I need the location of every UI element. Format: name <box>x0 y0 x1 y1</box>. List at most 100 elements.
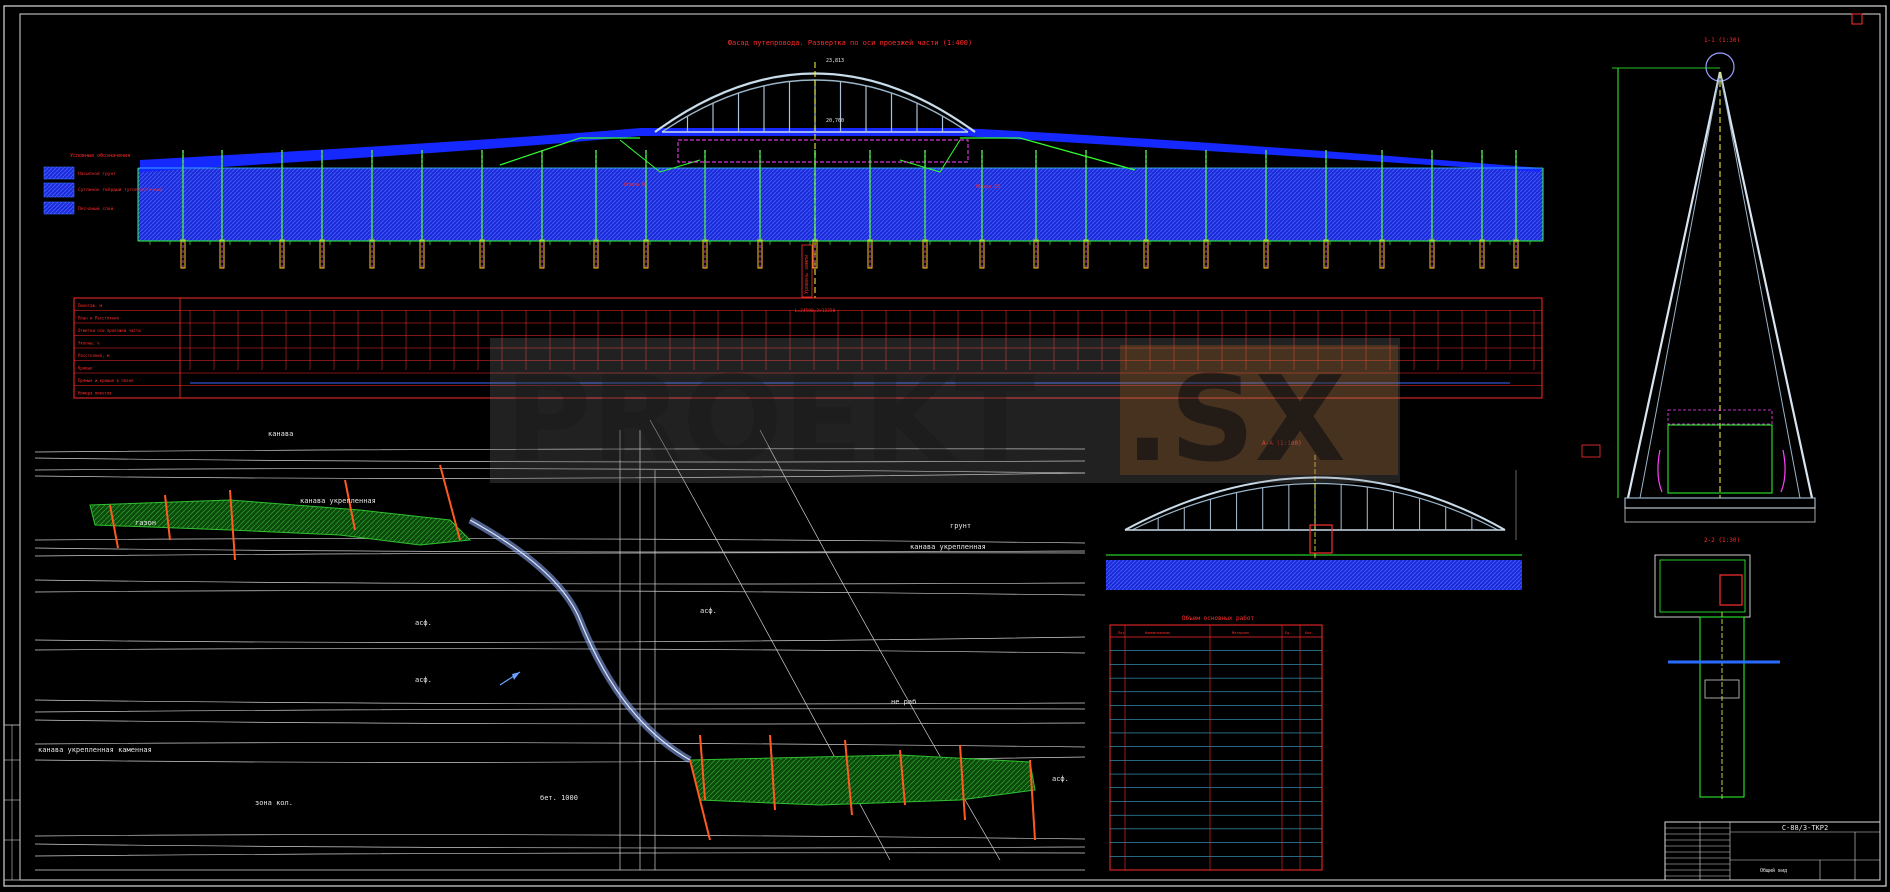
pier-column <box>869 150 871 242</box>
pier-footing <box>1379 239 1385 269</box>
title-block-code: С-88/3-ТКР2 <box>1782 824 1828 832</box>
plan-label: газон <box>135 519 156 527</box>
pier-footing <box>1083 239 1089 269</box>
crown-mark: 23,813 <box>826 58 844 64</box>
vol-h4: Ед. <box>1285 631 1291 635</box>
pier-column <box>1205 150 1207 242</box>
vol-h1: Поз. <box>1118 631 1126 635</box>
plan-road-line <box>34 834 1086 840</box>
pier-footing <box>1263 239 1269 269</box>
pier-column <box>1035 150 1037 242</box>
title-block-sheet: Общий вид <box>1760 867 1787 874</box>
profile-row-label: Уклоны, ‰ <box>78 340 100 345</box>
pier-column <box>281 150 283 242</box>
soil-hatch <box>138 168 1543 241</box>
pier-footing <box>922 239 928 269</box>
pier-footing <box>319 239 325 269</box>
pier-footing <box>979 239 985 269</box>
legend-swatch-3 <box>43 201 75 215</box>
pier-footing <box>1479 239 1485 269</box>
plan-label: канава укрепленная каменная <box>38 746 152 754</box>
pier-column <box>1381 150 1383 242</box>
pier-column <box>814 150 816 242</box>
plan-road-line <box>34 843 1086 849</box>
ramp-right <box>689 754 1036 806</box>
plan-label: асф. <box>415 676 432 684</box>
pier-column <box>759 150 761 242</box>
pier-column <box>595 150 597 242</box>
profile-span-label: L=24500=2x12250 <box>795 308 836 314</box>
profile-row-label: Номера пикетов <box>78 390 112 395</box>
profile-row-label: Прямые и кривые в плане <box>78 378 134 383</box>
pier-footing <box>1429 239 1435 269</box>
section-2-2-title: 2-2 (1:30) <box>1704 537 1740 544</box>
right-abutment-label: Опора 20 <box>976 184 1000 190</box>
section-1-1: 1-1 (1:30) <box>1581 37 1816 523</box>
pier-column <box>1265 150 1267 242</box>
pier-column <box>704 150 706 242</box>
watermark-suffix: .SX <box>1125 350 1346 488</box>
plan-road-line <box>34 699 1086 705</box>
section-2-2: 2-2 (1:30) <box>1654 537 1780 800</box>
vol-h2: Наименование <box>1145 631 1170 635</box>
plan-road-line <box>34 852 1086 857</box>
plan-road-line <box>34 708 1086 713</box>
profile-row-label: Пикетаж, м <box>78 303 103 308</box>
plan-label: канава укрепленная <box>300 497 376 505</box>
legend-swatch-2 <box>43 182 75 198</box>
section-1-1-title: 1-1 (1:30) <box>1704 37 1740 44</box>
pier-footing <box>643 239 649 269</box>
plan-street-line <box>619 430 656 870</box>
watermark: PROEKT .SX <box>490 338 1400 488</box>
plan-label: бет. 1000 <box>540 794 578 802</box>
pier-column <box>321 150 323 242</box>
vol-h3: Материал <box>1232 631 1249 635</box>
pier-column <box>1481 150 1483 242</box>
pier-column <box>182 150 184 242</box>
plan-label: асф. <box>1052 775 1069 783</box>
pier-footing <box>1323 239 1329 269</box>
pier-column <box>1515 150 1517 242</box>
plan-label: не раб <box>891 698 916 706</box>
legend-item-3: Песчаный слой <box>78 206 114 212</box>
plan-road-line <box>34 719 1086 725</box>
watermark-text: PROEKT <box>505 350 1035 488</box>
pier-column <box>1085 150 1087 242</box>
pier-footing <box>279 239 285 269</box>
elevation-view: Фасад путепровода. Развертка по оси прое… <box>137 39 1544 298</box>
pier-column <box>371 150 373 242</box>
pier-footing <box>757 239 763 269</box>
plan-road-line <box>34 648 1086 654</box>
ground-label: Уровень земли <box>804 255 810 294</box>
title-block: С-88/3-ТКР2 Общий вид <box>1664 821 1881 881</box>
pier-footing <box>180 239 186 269</box>
pier-footing <box>1513 239 1519 269</box>
plan-label: зона кол. <box>255 799 293 807</box>
pier-column <box>1431 150 1433 242</box>
vol-h5: Кол. <box>1305 631 1313 635</box>
pier-footing <box>419 239 425 269</box>
pier-column <box>421 150 423 242</box>
plan-label: канава укрепленная <box>910 543 986 551</box>
profile-row-label: Кривые <box>78 365 93 370</box>
plan-label: канава <box>268 430 293 438</box>
elevation-ticks <box>149 241 1531 245</box>
cad-drawing-canvas: Фасад путепровода. Развертка по оси прое… <box>3 5 1887 887</box>
profile-row-label: Расстояния, м <box>78 353 110 358</box>
pier-column <box>645 150 647 242</box>
legend-swatch-1 <box>43 166 75 180</box>
deck-mark: 20,760 <box>826 118 844 124</box>
plan-label: асф. <box>700 607 717 615</box>
plan-road-line <box>34 742 1086 748</box>
pier-footing <box>219 239 225 269</box>
pier-column <box>924 150 926 242</box>
legend-title: Условные обозначения <box>70 152 130 159</box>
left-abutment-label: Опора 0 <box>624 182 645 188</box>
legend-item-1: Насыпной грунт <box>78 171 116 177</box>
profile-row-label: Отметки оси проезжей части <box>78 328 141 333</box>
volume-table: Объем основных работ Поз. Наименование М… <box>1109 615 1323 871</box>
plan-label: грунт <box>950 522 971 530</box>
pier-column <box>981 150 983 242</box>
pier-footing <box>479 239 485 269</box>
volume-title: Объем основных работ <box>1182 615 1255 622</box>
